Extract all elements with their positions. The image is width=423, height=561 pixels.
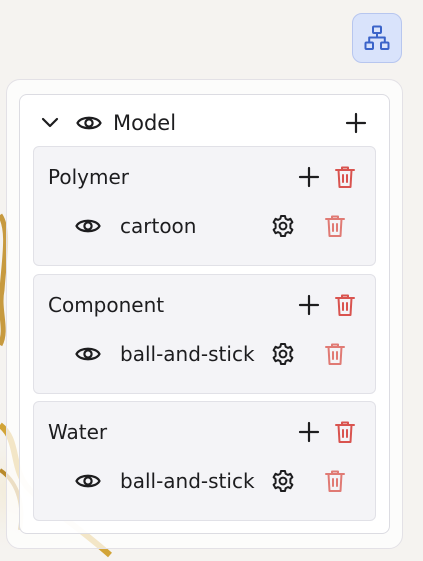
delete-component-trash-icon[interactable] xyxy=(333,292,357,318)
add-representation-plus-icon xyxy=(298,421,320,443)
representation-visibility-eye-icon[interactable] xyxy=(74,341,102,367)
structure-hierarchy-toggle-button[interactable] xyxy=(352,13,402,63)
add-representation-plus-icon xyxy=(298,166,320,188)
representation-settings-gear-icon xyxy=(272,215,294,237)
delete-representation-trash-icon[interactable] xyxy=(323,213,347,239)
component-title: Polymer xyxy=(48,165,129,189)
representation-settings-gear-icon[interactable] xyxy=(270,213,296,239)
delete-representation-trash-icon[interactable] xyxy=(323,341,347,367)
model-visibility-eye-icon[interactable] xyxy=(75,110,103,136)
representation-settings-gear-icon[interactable] xyxy=(270,468,296,494)
representation-settings-gear-icon xyxy=(272,343,294,365)
delete-representation-trash-icon xyxy=(325,215,345,237)
component-card: Water ball-and-stick xyxy=(33,401,376,521)
representation-visibility-eye-icon xyxy=(75,474,101,488)
model-label: Model xyxy=(113,111,177,135)
delete-component-trash-icon xyxy=(335,166,355,188)
representation-visibility-eye-icon[interactable] xyxy=(74,213,102,239)
representation-settings-gear-icon[interactable] xyxy=(270,341,296,367)
component-card: Polymer cartoon xyxy=(33,146,376,266)
component-title: Component xyxy=(48,293,165,317)
representation-visibility-eye-icon xyxy=(75,347,101,361)
representation-visibility-eye-icon[interactable] xyxy=(74,468,102,494)
representation-label: cartoon xyxy=(120,214,197,238)
delete-representation-trash-icon xyxy=(325,343,345,365)
hierarchy-icon xyxy=(364,25,390,50)
representation-label: ball-and-stick xyxy=(120,469,255,493)
add-representation-plus-icon xyxy=(298,294,320,316)
add-representation-plus-icon[interactable] xyxy=(297,420,321,444)
delete-component-trash-icon[interactable] xyxy=(333,164,357,190)
delete-component-trash-icon xyxy=(335,421,355,443)
delete-component-trash-icon[interactable] xyxy=(333,419,357,445)
add-component-plus-icon[interactable] xyxy=(344,111,368,135)
add-representation-plus-icon[interactable] xyxy=(297,165,321,189)
component-card: Component ball-and-stick xyxy=(33,274,376,394)
representation-label: ball-and-stick xyxy=(120,342,255,366)
representation-visibility-eye-icon xyxy=(75,219,101,233)
delete-component-trash-icon xyxy=(335,294,355,316)
delete-representation-trash-icon[interactable] xyxy=(323,468,347,494)
add-representation-plus-icon[interactable] xyxy=(297,293,321,317)
chevron-down-icon[interactable] xyxy=(40,114,60,132)
representation-settings-gear-icon xyxy=(272,470,294,492)
component-title: Water xyxy=(48,420,108,444)
delete-representation-trash-icon xyxy=(325,470,345,492)
